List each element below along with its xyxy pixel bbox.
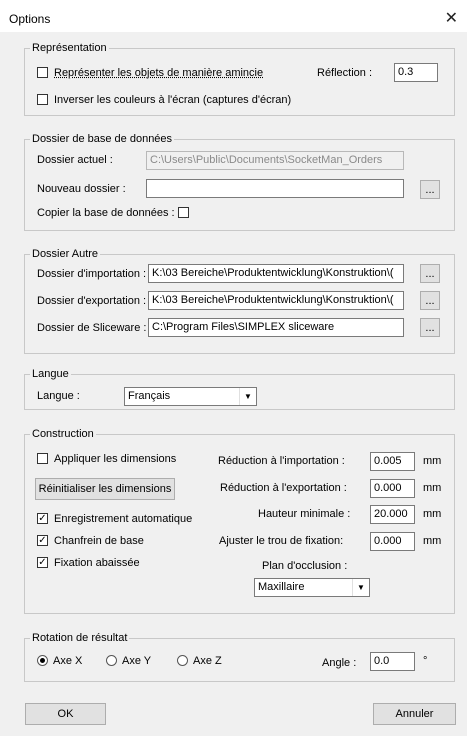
min-height-input[interactable]: 20.000 (370, 505, 415, 524)
rotation-legend: Rotation de résultat (30, 632, 130, 645)
new-folder-browse-button[interactable]: ... (420, 180, 440, 199)
invert-colors-checkbox[interactable] (37, 94, 48, 105)
copy-database-label: Copier la base de données : (37, 207, 175, 219)
base-chamfer-checkbox[interactable]: ✓ (37, 535, 48, 546)
import-reduction-input[interactable]: 0.005 (370, 452, 415, 471)
base-chamfer-label: Chanfrein de base (54, 535, 144, 547)
window-title: Options (9, 12, 51, 26)
axis-z-label: Axe Z (193, 655, 222, 667)
import-folder-label: Dossier d'importation : (37, 268, 147, 280)
sliceware-folder-label: Dossier de Sliceware : (37, 322, 147, 334)
database-legend: Dossier de base de données (30, 133, 175, 146)
representation-legend: Représentation (30, 42, 109, 55)
export-reduction-unit: mm (423, 482, 442, 494)
axis-y-radio[interactable] (106, 655, 117, 666)
language-selected-value: Français (128, 390, 171, 402)
close-icon[interactable]: ✕ (445, 8, 458, 28)
export-reduction-input[interactable]: 0.000 (370, 479, 415, 498)
min-height-label: Hauteur minimale : (258, 508, 351, 520)
cancel-button[interactable]: Annuler (373, 703, 456, 725)
language-select[interactable]: Français ▼ (124, 387, 257, 406)
copy-database-checkbox[interactable] (178, 207, 189, 218)
chevron-down-icon[interactable]: ▼ (352, 579, 369, 596)
construction-legend: Construction (30, 428, 96, 441)
new-folder-input[interactable] (146, 179, 404, 198)
fix-hole-input[interactable]: 0.000 (370, 532, 415, 551)
sliceware-folder-browse-button[interactable]: ... (420, 318, 440, 337)
language-legend: Langue (30, 368, 71, 381)
import-folder-browse-button[interactable]: ... (420, 264, 440, 283)
export-reduction-label: Réduction à l'exportation : (220, 482, 347, 494)
sliceware-folder-input[interactable]: C:\Program Files\SIMPLEX sliceware (148, 318, 404, 337)
occlusion-selected-value: Maxillaire (258, 581, 305, 593)
title-bar: Options ✕ (0, 0, 467, 32)
axis-x-radio[interactable] (37, 655, 48, 666)
current-folder-label: Dossier actuel : (37, 154, 113, 166)
fix-hole-label: Ajuster le trou de fixation: (219, 535, 344, 547)
occlusion-plane-label: Plan d'occlusion : (262, 560, 348, 572)
axis-z-radio[interactable] (177, 655, 188, 666)
new-folder-label: Nouveau dossier : (37, 183, 126, 195)
lowered-fixation-checkbox[interactable]: ✓ (37, 557, 48, 568)
export-folder-input[interactable]: K:\03 Bereiche\Produktentwicklung\Konstr… (148, 291, 404, 310)
reset-dimensions-button[interactable]: Réinitialiser les dimensions (35, 478, 175, 500)
ok-button[interactable]: OK (25, 703, 106, 725)
import-folder-input[interactable]: K:\03 Bereiche\Produktentwicklung\Konstr… (148, 264, 404, 283)
fix-hole-unit: mm (423, 535, 442, 547)
angle-input[interactable]: 0.0 (370, 652, 415, 671)
chevron-down-icon[interactable]: ▼ (239, 388, 256, 405)
reflection-label: Réflection : (317, 67, 373, 79)
export-folder-browse-button[interactable]: ... (420, 291, 440, 310)
thin-objects-label: Représenter les objets de manière aminci… (54, 67, 264, 79)
lowered-fixation-label: Fixation abaissée (54, 557, 140, 569)
thin-objects-checkbox[interactable] (37, 67, 48, 78)
min-height-unit: mm (423, 508, 442, 520)
other-folders-legend: Dossier Autre (30, 248, 101, 261)
reflection-input[interactable]: 0.3 (394, 63, 438, 82)
autosave-checkbox[interactable]: ✓ (37, 513, 48, 524)
autosave-label: Enregistrement automatique (54, 513, 193, 525)
import-reduction-label: Réduction à l'importation : (218, 455, 345, 467)
axis-x-label: Axe X (53, 655, 83, 667)
apply-dimensions-label: Appliquer les dimensions (54, 453, 177, 465)
current-folder-field: C:\Users\Public\Documents\SocketMan_Orde… (146, 151, 404, 170)
export-folder-label: Dossier d'exportation : (37, 295, 147, 307)
invert-colors-label: Inverser les couleurs à l'écran (capture… (54, 94, 292, 106)
import-reduction-unit: mm (423, 455, 442, 467)
apply-dimensions-checkbox[interactable] (37, 453, 48, 464)
angle-unit: ° (423, 655, 428, 667)
angle-label: Angle : (322, 657, 357, 669)
axis-y-label: Axe Y (122, 655, 152, 667)
language-label: Langue : (37, 390, 80, 402)
occlusion-plane-select[interactable]: Maxillaire ▼ (254, 578, 370, 597)
